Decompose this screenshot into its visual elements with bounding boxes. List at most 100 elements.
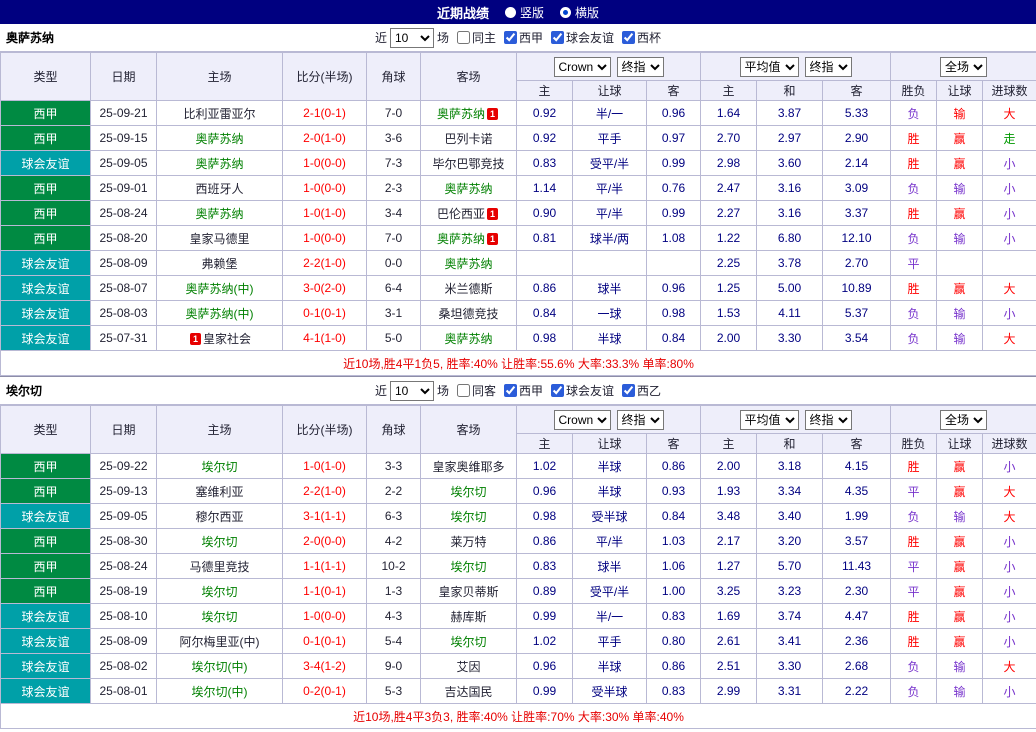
radio-icon — [505, 7, 516, 18]
bookmaker-select-0[interactable]: Crown — [554, 57, 611, 77]
odds-home: 0.99 — [517, 604, 573, 629]
match-score[interactable]: 1-0(0-0) — [283, 604, 367, 629]
match-count-select[interactable]: 10 — [390, 28, 434, 48]
match-score[interactable]: 0-1(0-1) — [283, 629, 367, 654]
match-date: 25-08-07 — [91, 276, 157, 301]
match-score[interactable]: 1-1(1-1) — [283, 554, 367, 579]
avg-home: 2.98 — [701, 151, 757, 176]
filter-option-球会友谊[interactable]: 球会友谊 — [551, 29, 614, 46]
summary-row: 近10场,胜4平3负3, 胜率:40% 让胜率:70% 大率:30% 单率:40… — [1, 704, 1036, 729]
team-name-text: 皇家奥维耶多 — [432, 460, 504, 474]
avg-home: 3.48 — [701, 504, 757, 529]
layout-option-vertical[interactable]: 竖版 — [505, 4, 544, 21]
average-select-0[interactable]: 平均值 — [740, 57, 799, 77]
filter-option-球会友谊[interactable]: 球会友谊 — [551, 382, 614, 399]
match-score[interactable]: 2-2(1-0) — [283, 479, 367, 504]
match-row: 西甲25-08-24奥萨苏纳1-0(1-0)3-4巴伦西亚10.90平/半0.9… — [1, 201, 1036, 226]
checkbox-球会友谊[interactable] — [551, 384, 564, 397]
header-group-average: 平均值终指 — [701, 406, 891, 434]
subcolumn-header: 主 — [701, 81, 757, 101]
odds-handicap: 受平/半 — [573, 151, 647, 176]
fulltime-select-0[interactable]: 全场 — [940, 410, 987, 430]
team-title: 奥萨苏纳 — [6, 24, 54, 51]
away-team: 艾因 — [421, 654, 517, 679]
match-score[interactable]: 2-2(1-0) — [283, 251, 367, 276]
team-name-text: 马德里竞技 — [189, 560, 249, 574]
checkbox-西甲[interactable] — [504, 31, 517, 44]
avg-draw: 3.78 — [757, 251, 823, 276]
match-score[interactable]: 1-0(0-0) — [283, 176, 367, 201]
match-score[interactable]: 3-0(2-0) — [283, 276, 367, 301]
team-section-1: 奥萨苏纳近10场同主西甲球会友谊西杯类型日期主场比分(半场)角球客场Crown终… — [0, 24, 1036, 376]
team-name-text: 比利亚雷亚尔 — [183, 107, 255, 121]
subcolumn-header: 客 — [647, 434, 701, 454]
bookmaker-select-0[interactable]: Crown — [554, 410, 611, 430]
home-team: 西班牙人 — [157, 176, 283, 201]
avg-draw: 3.16 — [757, 176, 823, 201]
avg-home: 1.93 — [701, 479, 757, 504]
bookmaker-select-1[interactable]: 终指 — [617, 410, 664, 430]
match-score[interactable]: 2-0(0-0) — [283, 529, 367, 554]
filter-option-西杯[interactable]: 西杯 — [622, 29, 661, 46]
filter-option-西乙[interactable]: 西乙 — [622, 382, 661, 399]
checkbox-西杯[interactable] — [622, 31, 635, 44]
odds-away: 1.00 — [647, 579, 701, 604]
corner-count: 3-1 — [367, 301, 421, 326]
checkbox-球会友谊[interactable] — [551, 31, 564, 44]
fulltime-select-0[interactable]: 全场 — [940, 57, 987, 77]
unit-label: 场 — [437, 382, 449, 399]
checkbox-同主[interactable] — [457, 31, 470, 44]
match-score[interactable]: 2-1(0-1) — [283, 101, 367, 126]
result-outcome: 负 — [891, 226, 937, 251]
avg-draw: 3.74 — [757, 604, 823, 629]
checkbox-同客[interactable] — [457, 384, 470, 397]
team-name-text: 皇家社会 — [203, 332, 251, 346]
average-select-1[interactable]: 终指 — [805, 57, 852, 77]
odds-handicap: 一球 — [573, 301, 647, 326]
match-score[interactable]: 0-2(0-1) — [283, 679, 367, 704]
match-score[interactable]: 2-0(1-0) — [283, 126, 367, 151]
result-goals: 小 — [983, 151, 1036, 176]
team-section-2: 埃尔切近10场同客西甲球会友谊西乙类型日期主场比分(半场)角球客场Crown终指… — [0, 376, 1036, 729]
odds-handicap: 球半 — [573, 554, 647, 579]
layout-option-horizontal[interactable]: 横版 — [560, 4, 599, 21]
match-score[interactable]: 3-1(1-1) — [283, 504, 367, 529]
match-row: 球会友谊25-08-03奥萨苏纳(中)0-1(0-1)3-1桑坦德竞技0.84一… — [1, 301, 1036, 326]
column-header: 类型 — [1, 406, 91, 454]
match-score[interactable]: 1-1(0-1) — [283, 579, 367, 604]
odds-away — [647, 251, 701, 276]
filter-controls: 近10场同主西甲球会友谊西杯 — [375, 28, 661, 48]
filter-option-同客[interactable]: 同客 — [457, 382, 496, 399]
away-team: 吉达国民 — [421, 679, 517, 704]
match-score[interactable]: 1-0(0-0) — [283, 226, 367, 251]
avg-home: 1.64 — [701, 101, 757, 126]
filter-option-西甲[interactable]: 西甲 — [504, 382, 543, 399]
checkbox-西甲[interactable] — [504, 384, 517, 397]
result-handicap: 赢 — [937, 529, 983, 554]
match-score[interactable]: 1-0(1-0) — [283, 454, 367, 479]
match-score[interactable]: 1-0(1-0) — [283, 201, 367, 226]
match-score[interactable]: 3-4(1-2) — [283, 654, 367, 679]
filter-option-同主[interactable]: 同主 — [457, 29, 496, 46]
match-row: 西甲25-09-21比利亚雷亚尔2-1(0-1)7-0奥萨苏纳10.92半/一0… — [1, 101, 1036, 126]
average-select-1[interactable]: 终指 — [805, 410, 852, 430]
filter-controls: 近10场同客西甲球会友谊西乙 — [375, 381, 661, 401]
checkbox-西乙[interactable] — [622, 384, 635, 397]
avg-home: 1.69 — [701, 604, 757, 629]
match-score[interactable]: 1-0(0-0) — [283, 151, 367, 176]
checkbox-label: 西甲 — [519, 29, 543, 46]
match-score[interactable]: 0-1(0-1) — [283, 301, 367, 326]
average-select-0[interactable]: 平均值 — [740, 410, 799, 430]
avg-away: 4.35 — [823, 479, 891, 504]
radio-icon — [560, 7, 571, 18]
result-outcome: 平 — [891, 579, 937, 604]
match-date: 25-08-24 — [91, 554, 157, 579]
filter-option-西甲[interactable]: 西甲 — [504, 29, 543, 46]
match-count-select[interactable]: 10 — [390, 381, 434, 401]
results-table: 类型日期主场比分(半场)角球客场Crown终指平均值终指全场主让球客主和客胜负让… — [0, 405, 1036, 729]
odds-handicap: 半球 — [573, 654, 647, 679]
avg-home: 2.25 — [701, 251, 757, 276]
bookmaker-select-1[interactable]: 终指 — [617, 57, 664, 77]
header-row-groups: 类型日期主场比分(半场)角球客场Crown终指平均值终指全场 — [1, 406, 1036, 434]
match-score[interactable]: 4-1(1-0) — [283, 326, 367, 351]
